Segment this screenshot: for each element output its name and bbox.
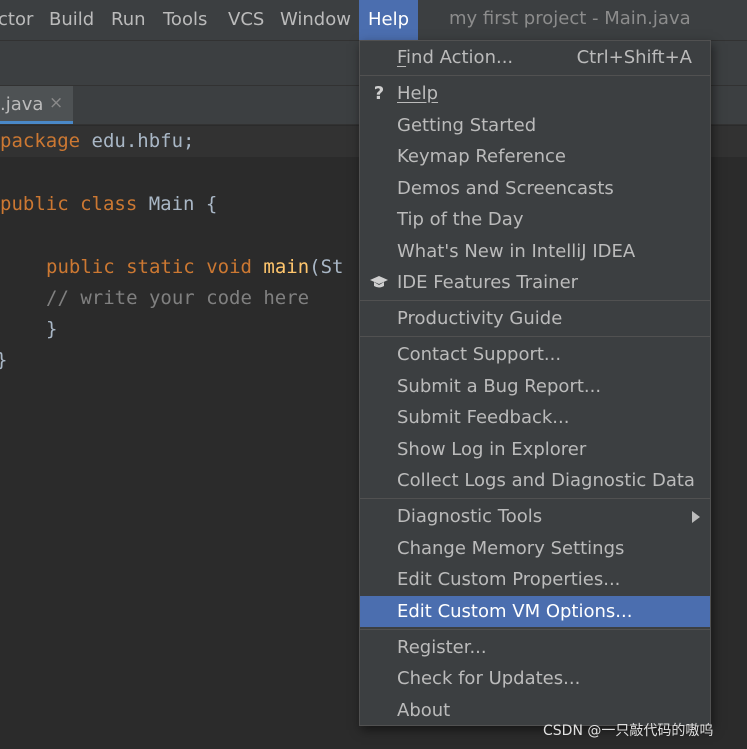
code-token: static [126, 256, 195, 278]
shortcut-label: Ctrl+Shift+A [576, 47, 692, 68]
graduation-cap-icon [369, 267, 389, 300]
watermark: CSDN @一只敲代码的嗷呜 [543, 723, 714, 739]
menu-refactor[interactable]: ctor [0, 0, 33, 40]
menu-item-label: Collect Logs and Diagnostic Data [397, 470, 695, 491]
menu-item-label: Edit Custom Properties... [397, 569, 621, 590]
code-line-2: public class Main { [0, 189, 217, 220]
menu-item-contact-support[interactable]: Contact Support... [360, 339, 710, 370]
menu-separator [360, 300, 710, 301]
menu-item-label: Edit Custom VM Options... [397, 601, 633, 622]
menu-item-label: Submit Feedback... [397, 407, 570, 428]
menu-item-edit-custom-vm-options[interactable]: Edit Custom VM Options... [360, 596, 710, 627]
submenu-arrow-icon [692, 511, 700, 523]
menu-item-getting-started[interactable]: Getting Started [360, 110, 710, 141]
window-title: my first project - Main.java [449, 8, 691, 29]
menu-item-keymap-reference[interactable]: Keymap Reference [360, 141, 710, 172]
menu-run[interactable]: Run [111, 0, 146, 40]
menu-item-label: Tip of the Day [397, 209, 524, 230]
code-token: public [0, 193, 69, 215]
menu-item-label: About [397, 700, 451, 721]
question-icon: ? [373, 83, 385, 104]
code-token: edu.hbfu; [80, 130, 195, 152]
menu-item-edit-custom-properties[interactable]: Edit Custom Properties... [360, 564, 710, 595]
menu-item-productivity-guide[interactable]: Productivity Guide [360, 303, 710, 334]
menu-item-change-memory[interactable]: Change Memory Settings [360, 533, 710, 564]
menu-item-label: Help [397, 83, 439, 104]
code-token: (St [309, 256, 344, 278]
menu-item-help[interactable]: ? Help [360, 78, 710, 109]
menu-item-label: Productivity Guide [397, 308, 563, 329]
menu-item-demos[interactable]: Demos and Screencasts [360, 173, 710, 204]
menu-item-register[interactable]: Register... [360, 632, 710, 663]
code-token: package [0, 130, 81, 152]
menu-item-whats-new[interactable]: What's New in IntelliJ IDEA [360, 236, 710, 267]
menu-separator [360, 498, 710, 499]
menu-tools[interactable]: Tools [163, 0, 207, 40]
code-token: void [206, 256, 252, 278]
menu-item-label: Getting Started [397, 115, 537, 136]
help-menu: Find Action... Ctrl+Shift+A ? Help Getti… [359, 40, 711, 726]
menu-separator [360, 336, 710, 337]
code-token: public [46, 256, 115, 278]
menu-item-find-action[interactable]: Find Action... Ctrl+Shift+A [360, 42, 710, 73]
code-line-6: } [0, 345, 7, 376]
menu-item-tip-of-the-day[interactable]: Tip of the Day [360, 204, 710, 235]
menu-item-label: Demos and Screencasts [397, 178, 614, 199]
tab-main-java[interactable]: .java × [0, 86, 73, 124]
menu-item-label: Contact Support... [397, 344, 562, 365]
menu-item-label: Keymap Reference [397, 146, 566, 167]
menu-vcs[interactable]: VCS [228, 0, 264, 40]
menu-separator [360, 75, 710, 76]
code-token: main [263, 256, 310, 278]
code-token: class [80, 193, 138, 215]
menu-item-label: Diagnostic Tools [397, 506, 543, 527]
code-line-3: public static void main(St [46, 252, 344, 283]
menu-item-label: Register... [397, 637, 487, 658]
menu-item-label: What's New in IntelliJ IDEA [397, 241, 636, 262]
menu-item-label: IDE Features Trainer [397, 272, 579, 293]
menu-separator [360, 629, 710, 630]
close-icon[interactable]: × [49, 93, 63, 113]
menu-window[interactable]: Window [280, 0, 351, 40]
menu-item-ide-features-trainer[interactable]: IDE Features Trainer [360, 267, 710, 298]
menu-item-label: Change Memory Settings [397, 538, 625, 559]
menu-item-label: Check for Updates... [397, 668, 581, 689]
menu-item-collect-logs[interactable]: Collect Logs and Diagnostic Data [360, 465, 710, 496]
main-menu-bar: ctor Build Run Tools VCS Window Help my … [0, 0, 747, 41]
menu-item-label: Find Action... [397, 47, 514, 68]
code-comment: // write your code here [46, 287, 310, 309]
menu-item-label: Show Log in Explorer [397, 439, 587, 460]
menu-item-label: Submit a Bug Report... [397, 376, 602, 397]
menu-item-submit-bug-report[interactable]: Submit a Bug Report... [360, 371, 710, 402]
menu-help[interactable]: Help [359, 0, 418, 40]
tab-label: .java [0, 94, 44, 115]
menu-item-check-updates[interactable]: Check for Updates... [360, 663, 710, 694]
menu-item-diagnostic-tools[interactable]: Diagnostic Tools [360, 501, 710, 532]
code-token: Main { [137, 193, 218, 215]
code-line-5: } [46, 318, 58, 340]
menu-item-show-log[interactable]: Show Log in Explorer [360, 434, 710, 465]
menu-build[interactable]: Build [49, 0, 94, 40]
menu-item-submit-feedback[interactable]: Submit Feedback... [360, 402, 710, 433]
